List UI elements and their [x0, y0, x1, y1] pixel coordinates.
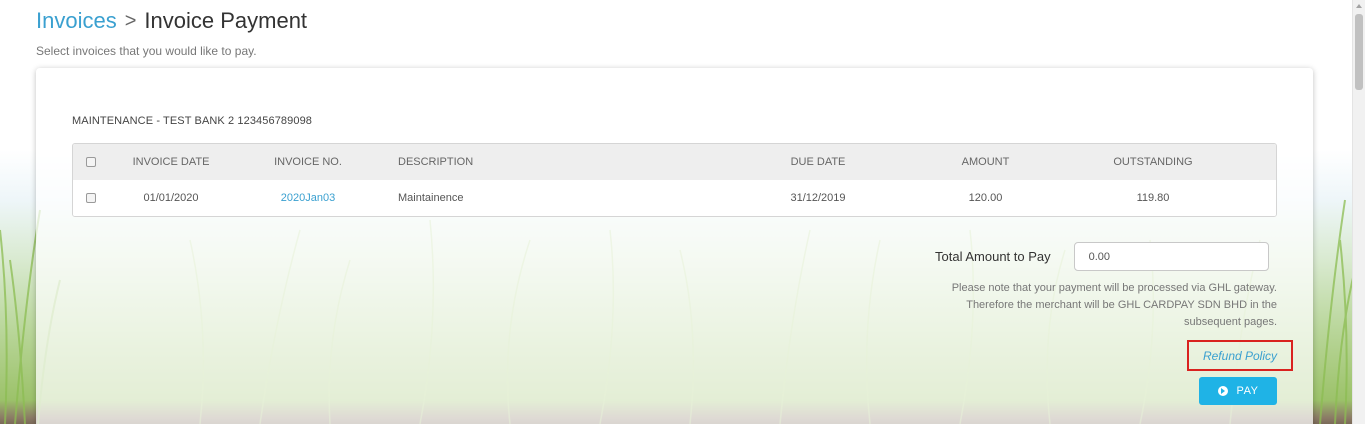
breadcrumb-invoices-link[interactable]: Invoices	[36, 8, 117, 34]
gateway-note: Please note that your payment will be pr…	[951, 282, 1277, 328]
page-title: Invoice Payment	[144, 8, 308, 33]
col-outstanding[interactable]: OUTSTANDING	[1103, 144, 1203, 180]
breadcrumb: Invoices > Invoice Payment	[36, 8, 307, 34]
account-label: MAINTENANCE - TEST BANK 2 123456789098	[72, 115, 313, 127]
amount-cell: 120.00	[968, 192, 1003, 204]
select-all-checkbox[interactable]	[86, 157, 96, 167]
invoice-date-cell: 01/01/2020	[143, 192, 199, 204]
scroll-up-arrow-icon[interactable]	[1356, 4, 1362, 8]
row-checkbox[interactable]	[86, 193, 96, 203]
pay-button-label: PAY	[1236, 385, 1259, 397]
page-scrollbar[interactable]	[1352, 0, 1365, 424]
table-row: 01/01/2020 2020Jan03 Maintainence 31/12/…	[73, 180, 1276, 216]
arrow-circle-right-icon	[1217, 386, 1228, 396]
pay-button[interactable]: PAY	[1199, 377, 1277, 405]
col-due-date[interactable]: DUE DATE	[773, 144, 863, 180]
due-date-cell: 31/12/2019	[790, 192, 846, 204]
col-invoice-date[interactable]: INVOICE DATE	[131, 144, 211, 180]
col-amount[interactable]: AMOUNT	[943, 144, 1028, 180]
col-description[interactable]: DESCRIPTION	[398, 144, 473, 180]
page-subtitle: Select invoices that you would like to p…	[36, 44, 257, 58]
invoice-table: INVOICE DATE INVOICE NO. DESCRIPTION DUE…	[72, 143, 1277, 217]
scrollbar-thumb[interactable]	[1355, 14, 1363, 90]
outstanding-cell: 119.80	[1136, 192, 1170, 204]
invoice-no-link[interactable]: 2020Jan03	[268, 180, 348, 216]
select-all-cell	[86, 144, 96, 180]
table-header-row: INVOICE DATE INVOICE NO. DESCRIPTION DUE…	[73, 144, 1276, 180]
col-invoice-no[interactable]: INVOICE NO.	[268, 144, 348, 180]
refund-policy-link[interactable]: Refund Policy	[1203, 349, 1277, 363]
page-header: Invoices > Invoice Payment Select invoic…	[36, 8, 307, 58]
description-cell: Maintainence	[398, 192, 464, 204]
invoice-panel: MAINTENANCE - TEST BANK 2 123456789098 I…	[36, 68, 1313, 424]
total-amount-input[interactable]	[1073, 242, 1269, 271]
chevron-right-icon: >	[124, 9, 137, 32]
total-amount-group: Total Amount to Pay	[935, 242, 1269, 271]
refund-policy-highlight: Refund Policy	[1187, 340, 1293, 371]
row-select-cell	[86, 180, 96, 216]
total-amount-label: Total Amount to Pay	[935, 249, 1051, 264]
